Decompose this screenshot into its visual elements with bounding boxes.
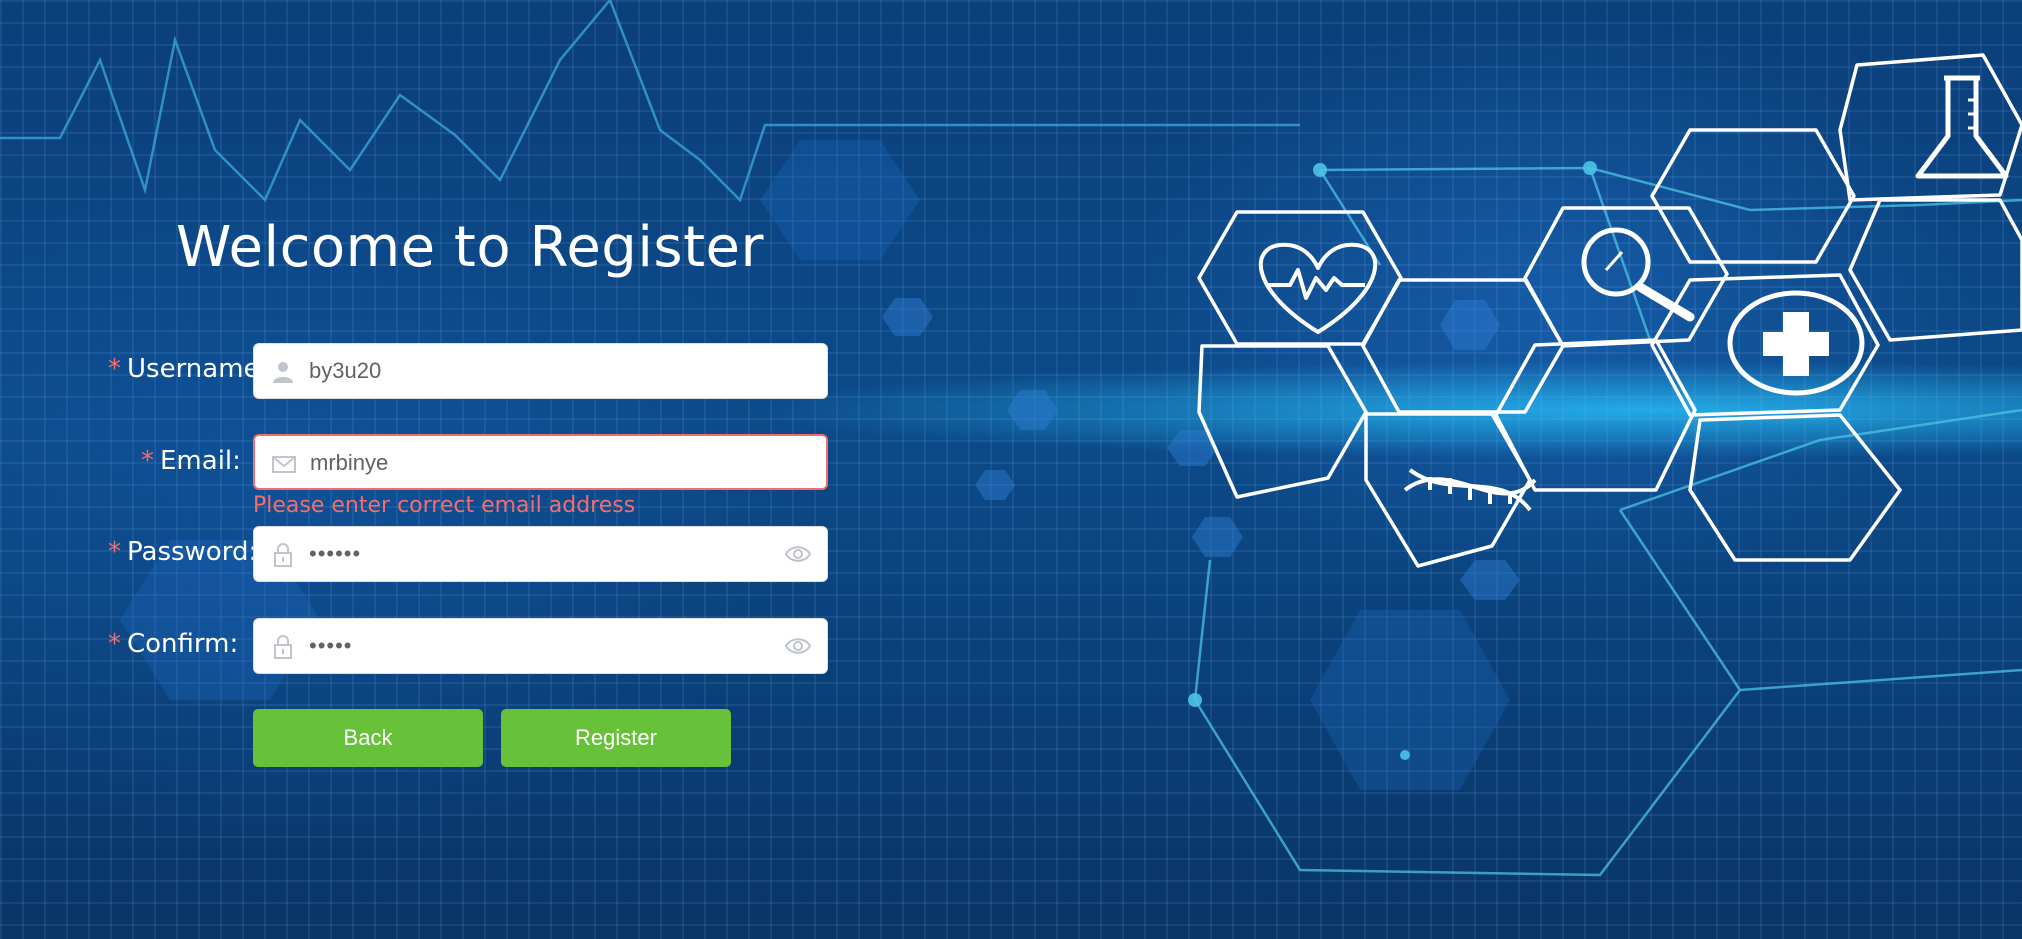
required-mark: * [108,629,121,659]
lock-icon [270,542,296,568]
confirm-value: ••••• [309,633,353,658]
required-mark: * [141,446,154,476]
required-mark: * [108,354,121,384]
eye-icon[interactable] [784,635,812,657]
confirm-password-field[interactable]: ••••• [253,618,828,674]
confirm-label-text: Confirm: [127,629,239,659]
page-title: Welcome to Register [175,215,765,280]
password-label: * Password: [108,537,257,567]
username-label: * Username: [108,354,268,384]
password-label-text: Password: [127,537,258,567]
email-label-text: Email: [160,446,241,476]
email-label: * Email: [141,446,241,476]
email-error-message: Please enter correct email address [253,493,636,518]
password-value: •••••• [309,541,362,566]
confirm-label: * Confirm: [108,629,238,659]
back-button[interactable]: Back [253,709,483,767]
username-field[interactable]: by3u20 [253,343,828,399]
password-field[interactable]: •••••• [253,526,828,582]
email-field[interactable]: mrbinye [253,434,828,490]
user-icon [270,359,296,385]
username-label-text: Username: [127,354,269,384]
register-button[interactable]: Register [501,709,731,767]
email-value: mrbinye [310,450,389,475]
username-value: by3u20 [309,358,382,383]
eye-icon[interactable] [784,543,812,565]
mail-icon [271,451,297,477]
lock-icon [270,634,296,660]
required-mark: * [108,537,121,567]
